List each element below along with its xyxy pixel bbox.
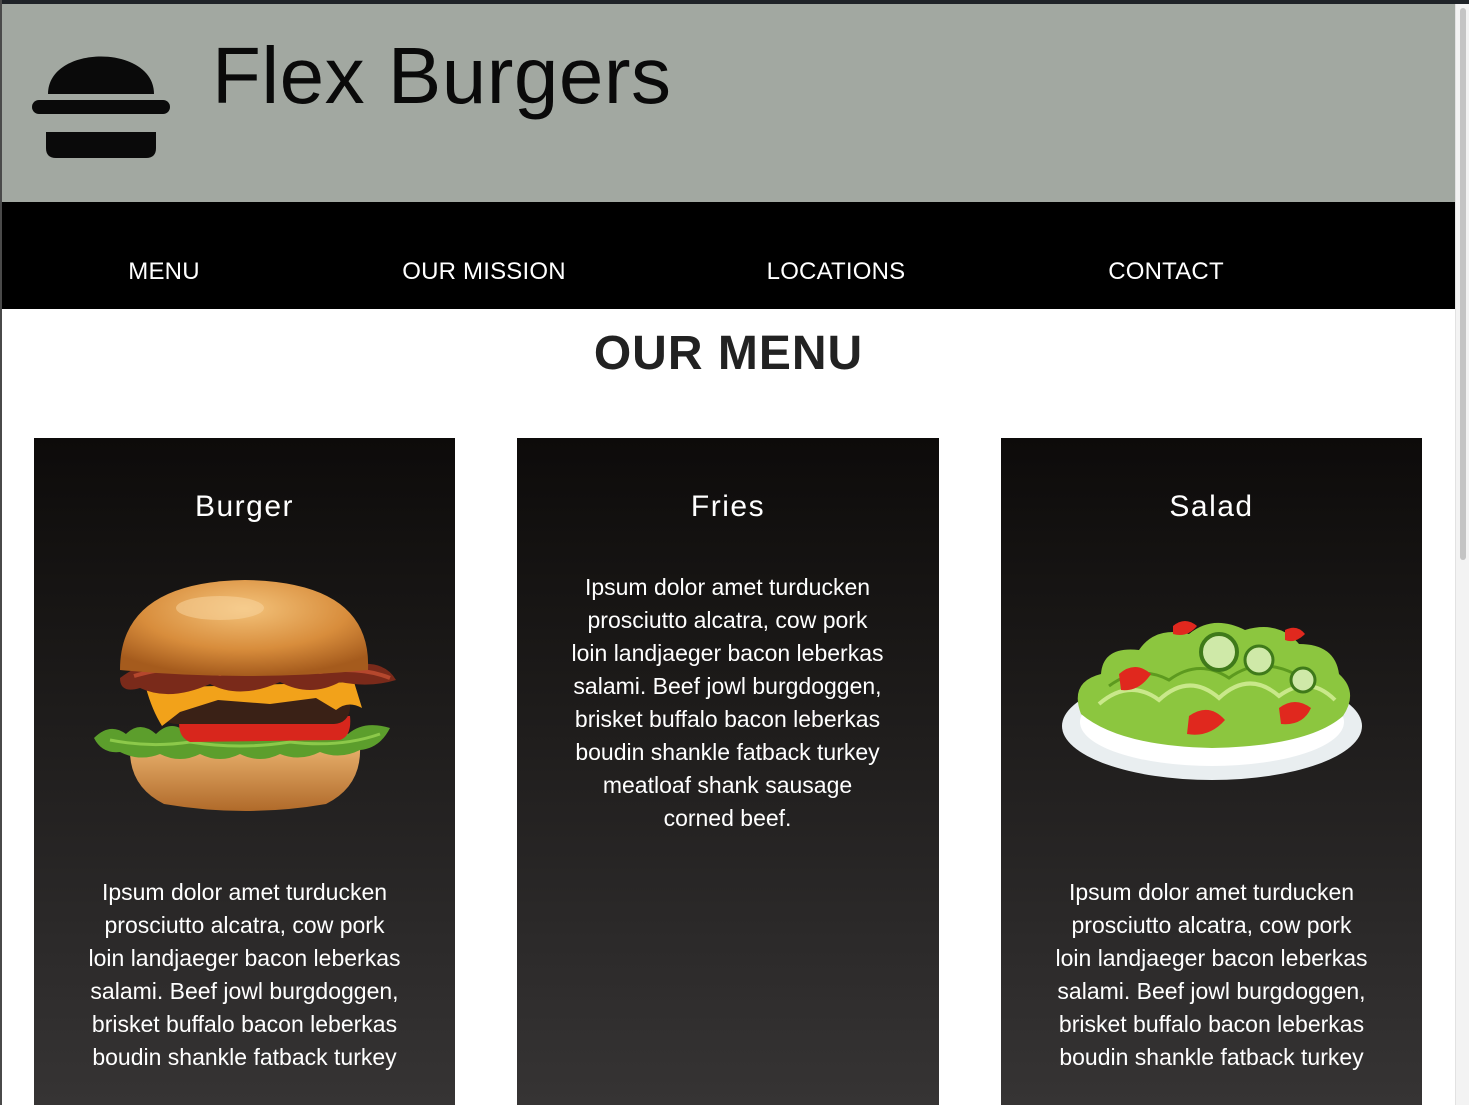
menu-card-salad: Salad Ipsum dolor amet turducken prosciu… [1001, 438, 1422, 1105]
card-title: Fries [690, 490, 766, 523]
vertical-scrollbar[interactable] [1455, 4, 1469, 1105]
menu-card-burger: Burger Ipsum dolor amet turducken prosci… [34, 438, 455, 1105]
card-description: Ipsum dolor amet turducken prosciutto al… [1055, 879, 1368, 1070]
burger-image [94, 580, 396, 811]
nav-link-our-mission[interactable]: OUR MISSION [402, 258, 566, 286]
section-title: OUR MENU [593, 327, 864, 380]
main-nav: MENU OUR MISSION LOCATIONS CONTACT [2, 202, 1455, 309]
nav-link-locations[interactable]: LOCATIONS [767, 258, 906, 286]
card-title: Salad [1169, 490, 1254, 523]
browser-viewport: Flex Burgers MENU OUR MISSION LOCATIONS … [0, 0, 1469, 1105]
burger-icon[interactable] [30, 48, 172, 158]
salad-image [1062, 621, 1362, 780]
brand-title: Flex Burgers [212, 31, 672, 120]
nav-link-contact[interactable]: CONTACT [1108, 258, 1224, 286]
card-description: Ipsum dolor amet turducken prosciutto al… [88, 879, 401, 1070]
site-header: Flex Burgers [2, 4, 1455, 202]
window-left-border [0, 0, 2, 1105]
menu-card-fries: Fries Ipsum dolor amet turducken prosciu… [517, 438, 939, 1105]
card-description: Ipsum dolor amet turducken prosciutto al… [571, 574, 884, 831]
nav-link-menu[interactable]: MENU [128, 258, 199, 286]
card-title: Burger [194, 490, 295, 523]
scrollbar-thumb[interactable] [1460, 8, 1466, 560]
